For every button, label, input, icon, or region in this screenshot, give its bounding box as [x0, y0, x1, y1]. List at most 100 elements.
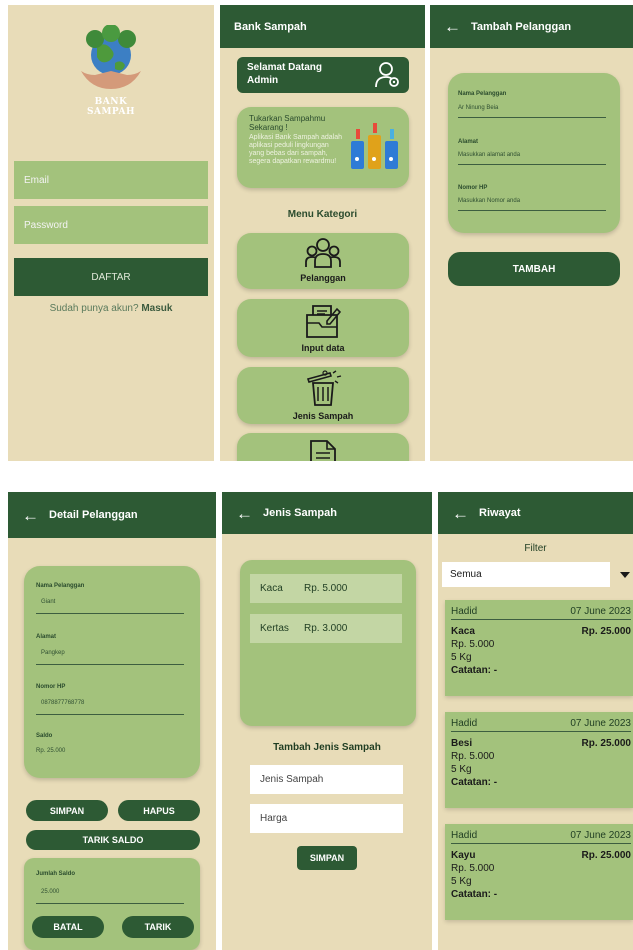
daftar-label: DAFTAR: [91, 271, 131, 283]
back-arrow-icon[interactable]: ←: [444, 18, 461, 35]
entry-divider: [451, 731, 631, 732]
riwayat-entry[interactable]: Hadid 07 June 2023 Kayu Rp. 25.000 Rp. 5…: [445, 824, 633, 920]
jenis-sampah-placeholder: Jenis Sampah: [260, 774, 324, 785]
detail-nomor-input[interactable]: 0878877768778: [41, 700, 84, 706]
jumlah-label: Jumlah Saldo: [36, 871, 76, 877]
tambah-pelanggan-screen: ← Tambah Pelanggan Nama Pelanggan Ar Nin…: [430, 5, 633, 461]
tambah-title: Tambah Pelanggan: [471, 20, 572, 33]
menu-input-data[interactable]: Input data: [237, 299, 409, 357]
riwayat-entry[interactable]: Hadid 07 June 2023 Kaca Rp. 25.000 Rp. 5…: [445, 600, 633, 696]
chevron-down-icon[interactable]: [620, 572, 630, 578]
jenis-simpan-label: SIMPAN: [309, 853, 345, 863]
jumlah-input[interactable]: 25.000: [41, 889, 59, 895]
detail-alamat-label: Alamat: [36, 634, 57, 640]
promo-title: Tukarkan Sampahmu Sekarang !: [249, 114, 326, 132]
entry-divider: [451, 843, 631, 844]
detail-alamat-underline: [36, 664, 184, 665]
simpan-button[interactable]: SIMPAN: [26, 800, 108, 821]
login-screen: BANK SAMPAH Email Password DAFTAR Sudah …: [8, 5, 214, 461]
input-folder-icon: [305, 303, 341, 339]
tarik-button[interactable]: TARIK: [122, 916, 194, 938]
alamat-label: Alamat: [458, 139, 479, 145]
entry-user: Hadid: [451, 830, 478, 841]
jenis-item-name: Kertas: [260, 623, 289, 634]
nama-input[interactable]: Ar Ninung Beia: [458, 105, 498, 111]
entry-item: Kayu: [451, 850, 476, 861]
jenis-item-price: Rp. 5.000: [304, 583, 348, 594]
back-arrow-icon[interactable]: ←: [22, 507, 39, 524]
entry-weight: 5 Kg: [451, 652, 472, 663]
detail-pelanggan-screen: ← Detail Pelanggan Nama Pelanggan Giant …: [8, 492, 216, 950]
riwayat-title: Riwayat: [479, 507, 521, 519]
hapus-button[interactable]: HAPUS: [118, 800, 200, 821]
welcome-card: Selamat Datang Admin: [237, 57, 409, 93]
menu-pelanggan-label: Pelanggan: [300, 273, 346, 283]
document-icon: [307, 437, 339, 461]
filter-dropdown[interactable]: Semua: [442, 562, 610, 587]
email-input[interactable]: Email: [14, 161, 208, 199]
entry-note: Catatan: -: [451, 777, 498, 788]
dashboard-title: Bank Sampah: [234, 20, 307, 33]
detail-info-card: Nama Pelanggan Giant Alamat Pangkep Nomo…: [24, 566, 200, 778]
hapus-label: HAPUS: [143, 805, 175, 816]
batal-button[interactable]: BATAL: [32, 916, 104, 938]
dashboard-appbar: Bank Sampah: [220, 5, 425, 48]
batal-label: BATAL: [53, 922, 83, 932]
entry-user: Hadid: [451, 606, 478, 617]
recycle-bins-icon: [349, 121, 401, 173]
menu-heading: Menu Kategori: [287, 209, 358, 220]
tarik-saldo-button[interactable]: TARIK SALDO: [26, 830, 200, 850]
entry-price: Rp. 5.000: [451, 639, 495, 650]
jenis-item[interactable]: Kaca Rp. 5.000: [250, 574, 402, 603]
jenis-item-name: Kaca: [260, 583, 283, 594]
filter-value: Semua: [450, 569, 482, 580]
entry-weight: 5 Kg: [451, 764, 472, 775]
tarik-label: TARIK: [144, 922, 172, 932]
back-arrow-icon[interactable]: ←: [236, 505, 253, 522]
menu-jenis-sampah[interactable]: Jenis Sampah: [237, 367, 409, 424]
users-icon: [305, 237, 341, 269]
saldo-label: Saldo: [36, 733, 53, 739]
admin-settings-icon[interactable]: [375, 61, 401, 89]
detail-nama-input[interactable]: Giant: [41, 599, 55, 605]
entry-price: Rp. 5.000: [451, 751, 495, 762]
harga-input[interactable]: Harga: [250, 804, 403, 833]
tarik-card: Jumlah Saldo 25.000 BATAL TARIK: [24, 858, 200, 950]
detail-nama-label: Nama Pelanggan: [36, 583, 85, 589]
menu-pelanggan[interactable]: Pelanggan: [237, 233, 409, 289]
detail-appbar: ← Detail Pelanggan: [8, 492, 216, 538]
password-input[interactable]: Password: [14, 206, 208, 244]
tambah-button[interactable]: TAMBAH: [448, 252, 620, 286]
detail-title: Detail Pelanggan: [49, 509, 138, 521]
entry-note: Catatan: -: [451, 889, 498, 900]
nama-label: Nama Pelanggan: [458, 91, 507, 97]
jenis-item[interactable]: Kertas Rp. 3.000: [250, 614, 402, 643]
jenis-item-price: Rp. 3.000: [304, 623, 348, 634]
jenis-simpan-button[interactable]: SIMPAN: [297, 846, 357, 870]
daftar-button[interactable]: DAFTAR: [14, 258, 208, 296]
jenis-title: Jenis Sampah: [263, 507, 337, 519]
harga-placeholder: Harga: [260, 813, 288, 824]
riwayat-screen: ← Riwayat Filter Semua Hadid 07 June 202…: [438, 492, 633, 950]
masuk-link[interactable]: Masuk: [141, 303, 172, 314]
menu-riwayat[interactable]: [237, 433, 409, 461]
jumlah-underline: [36, 903, 184, 904]
saldo-value: Rp. 25.000: [36, 748, 66, 754]
entry-weight: 5 Kg: [451, 876, 472, 887]
detail-alamat-input[interactable]: Pangkep: [41, 650, 65, 656]
promo-body: Aplikasi Bank Sampah adalah aplikasi ped…: [249, 134, 343, 165]
back-arrow-icon[interactable]: ←: [452, 505, 469, 522]
jenis-list-card: Kaca Rp. 5.000 Kertas Rp. 3.000: [240, 560, 416, 726]
riwayat-entry[interactable]: Hadid 07 June 2023 Besi Rp. 25.000 Rp. 5…: [445, 712, 633, 808]
alamat-input[interactable]: Masukkan alamat anda: [458, 152, 520, 158]
jenis-sampah-input[interactable]: Jenis Sampah: [250, 765, 403, 794]
nomor-underline: [458, 210, 606, 211]
logo-text: BANK SAMPAH: [86, 97, 136, 117]
nomor-input[interactable]: Masukkan Nomor anda: [458, 198, 520, 204]
jenis-appbar: ← Jenis Sampah: [222, 492, 432, 534]
email-placeholder: Email: [24, 174, 50, 186]
alamat-underline: [458, 164, 606, 165]
entry-total: Rp. 25.000: [581, 850, 631, 861]
entry-date: 07 June 2023: [570, 606, 631, 617]
nama-underline: [458, 117, 606, 118]
